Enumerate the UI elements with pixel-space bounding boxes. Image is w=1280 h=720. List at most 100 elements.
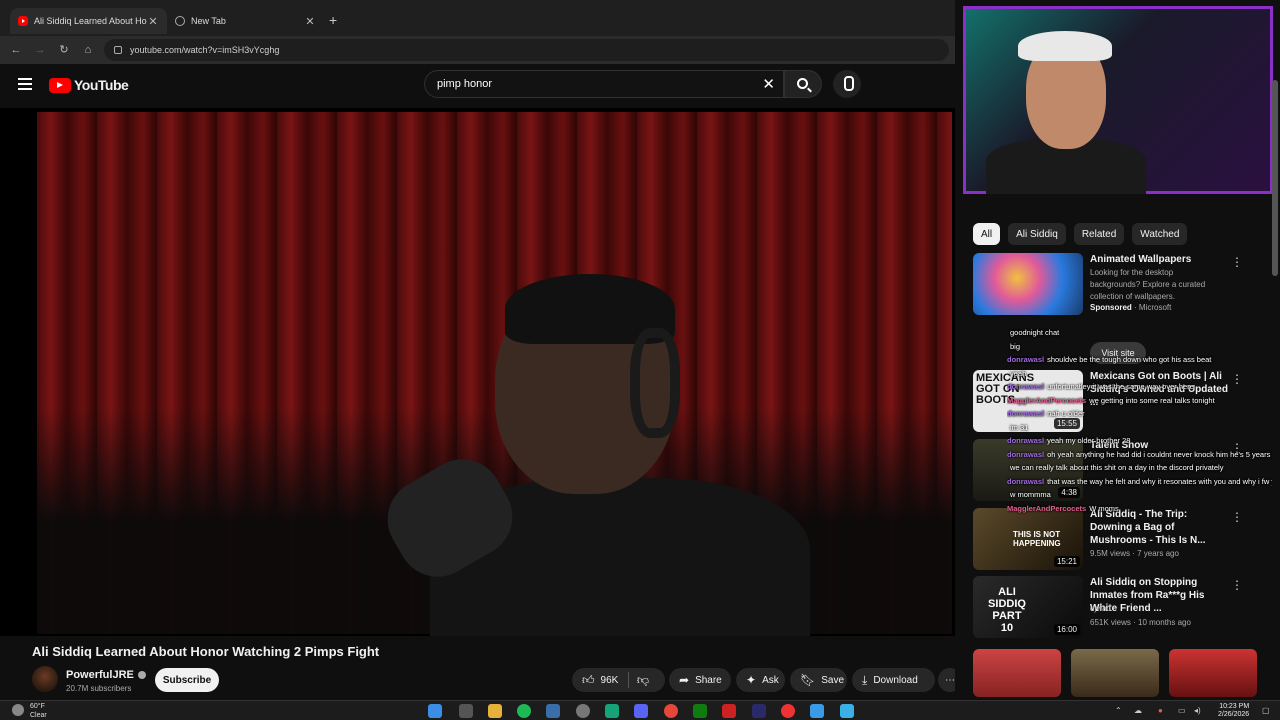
close-tab-icon[interactable]: ✕: [304, 15, 316, 28]
more-vert-icon[interactable]: ⋮: [1231, 255, 1243, 269]
subscribe-button[interactable]: Subscribe: [155, 668, 219, 692]
chevron-up-icon[interactable]: ⌃: [1115, 706, 1122, 715]
hamburger-menu-icon[interactable]: [18, 78, 32, 93]
download-label: Download: [873, 674, 918, 686]
app-icon[interactable]: [752, 704, 766, 718]
like-dislike-group: 👍︎ 96K 👎︎: [572, 668, 665, 692]
channel-avatar[interactable]: [32, 666, 58, 692]
video-channel[interactable]: djvlad: [1090, 604, 1111, 613]
chat-text: we getting into some real talks tonight: [1089, 395, 1215, 405]
volume-icon[interactable]: ◂): [1194, 706, 1201, 715]
chat-text: we can really talk about this shit on a …: [1010, 463, 1224, 472]
subscriber-count: 20.7M subscribers: [66, 684, 132, 693]
chip-all[interactable]: All: [973, 223, 1001, 245]
short-thumbnail[interactable]: [973, 649, 1061, 697]
chat-user: donrawasl: [1007, 436, 1045, 445]
app-icon[interactable]: [840, 704, 854, 718]
short-thumbnail[interactable]: [1071, 649, 1159, 697]
task-view-icon[interactable]: [459, 704, 473, 718]
chip-watched[interactable]: Watched: [1132, 223, 1188, 245]
settings-icon[interactable]: [576, 704, 590, 718]
app-icon[interactable]: [722, 704, 736, 718]
youtube-header: YouTube pimp honor ✕: [0, 64, 955, 108]
forward-arrow-icon[interactable]: →: [32, 42, 48, 58]
chat-message: MagglerAndPercocets we getting into some …: [1007, 396, 1272, 410]
new-tab-plus-icon[interactable]: +: [329, 12, 337, 28]
chrome-icon[interactable]: [664, 704, 678, 718]
tab-title: Ali Siddiq Learned About Honor: [34, 16, 147, 26]
chip-ali-siddiq[interactable]: Ali Siddiq: [1008, 223, 1066, 245]
site-info-icon[interactable]: [114, 46, 122, 54]
chat-user: donrawasl: [1007, 382, 1045, 391]
thumbs-up-icon[interactable]: 👍︎: [582, 673, 595, 688]
close-tab-icon[interactable]: ✕: [147, 15, 159, 28]
voice-search-mic-icon[interactable]: [833, 70, 861, 98]
discord-icon[interactable]: [634, 704, 648, 718]
ask-button[interactable]: ✦ Ask: [736, 668, 785, 692]
download-button[interactable]: ⤓ Download: [852, 668, 935, 692]
chat-message: goodnight chat: [1007, 328, 1272, 342]
bookmark-icon: 🔖︎: [800, 673, 816, 687]
cloud-icon[interactable]: ☁: [1134, 706, 1142, 715]
url-text: youtube.com/watch?v=imSH3vYcghg: [130, 45, 280, 55]
browser-tab-bar: Ali Siddiq Learned About Honor ✕ New Tab…: [0, 0, 955, 41]
youtube-play-icon: [49, 77, 71, 93]
scrollbar[interactable]: [1272, 80, 1278, 276]
microphone-icon[interactable]: ●: [1158, 706, 1163, 715]
tab-youtube[interactable]: Ali Siddiq Learned About Honor ✕: [10, 8, 167, 34]
reload-icon[interactable]: ↻: [56, 42, 72, 58]
video-player[interactable]: [0, 108, 955, 636]
channel-name-text[interactable]: PowerfulJRE: [66, 669, 134, 681]
sparkle-icon: ✦: [746, 673, 757, 687]
ad-thumbnail[interactable]: [973, 253, 1083, 315]
chat-message: donrawasl that was the way he felt and wh…: [1007, 477, 1272, 491]
chat-message: donrawasl unfortunatley it was the same w…: [1007, 382, 1272, 396]
recommended-video[interactable]: THIS IS NOT HAPPENING 15:21 Ali Siddiq -…: [973, 508, 1273, 570]
video-title: Ali Siddiq Learned About Honor Watching …: [32, 644, 380, 659]
share-button[interactable]: ➦ Share: [669, 668, 731, 692]
search-input[interactable]: pimp honor ✕: [424, 70, 784, 98]
chip-related[interactable]: Related: [1073, 223, 1125, 245]
search-button[interactable]: [784, 70, 822, 98]
video-thumbnail[interactable]: THIS IS NOT HAPPENING 15:21: [973, 508, 1083, 570]
weather-widget[interactable]: 60°F Clear: [12, 702, 47, 720]
file-explorer-icon[interactable]: [488, 704, 502, 718]
save-button[interactable]: 🔖︎ Save: [790, 668, 847, 692]
search-icon: [797, 78, 808, 89]
network-icon[interactable]: ▭: [1178, 706, 1186, 715]
back-arrow-icon[interactable]: ←: [8, 42, 24, 58]
spotify-icon[interactable]: [517, 704, 531, 718]
sponsored-ad-card[interactable]: Animated Wallpapers Looking for the desk…: [973, 253, 1273, 315]
ad-title[interactable]: Animated Wallpapers: [1090, 253, 1230, 266]
system-clock[interactable]: 10:23 PM 2/26/2026: [1218, 703, 1249, 719]
headphones: [630, 328, 680, 438]
windows-start-icon[interactable]: [428, 704, 442, 718]
chat-user: donrawasl: [1007, 355, 1045, 364]
photos-icon[interactable]: [546, 704, 560, 718]
notifications-icon[interactable]: ▢: [1262, 706, 1270, 715]
opera-icon[interactable]: [781, 704, 795, 718]
like-count[interactable]: 96K: [601, 675, 619, 686]
chat-text: oh yeah anything he had did i couldnt ne…: [1047, 449, 1271, 459]
chat-message: donrawasl oh yeah anything he had did i c…: [1007, 450, 1272, 464]
chat-message: im 31: [1007, 423, 1272, 437]
video-title[interactable]: Ali Siddiq on Stopping Inmates from Ra**…: [1090, 576, 1230, 615]
video-thumbnail[interactable]: ALI SIDDIQ PART 10 16:00: [973, 576, 1083, 638]
clear-search-icon[interactable]: ✕: [762, 75, 775, 93]
channel-name[interactable]: PowerfulJRE: [66, 669, 146, 681]
xbox-icon[interactable]: [693, 704, 707, 718]
short-thumbnail[interactable]: [1169, 649, 1257, 697]
app-icon[interactable]: [605, 704, 619, 718]
thumbnail-text: THIS IS NOT HAPPENING: [1013, 530, 1061, 548]
youtube-logo[interactable]: YouTube: [49, 77, 129, 93]
recommended-video[interactable]: ALI SIDDIQ PART 10 16:00 Ali Siddiq on S…: [973, 576, 1273, 638]
tab-new-tab[interactable]: New Tab ✕: [167, 8, 324, 34]
chat-message: donrawasl yeah my older brother 28: [1007, 436, 1272, 450]
thumbs-down-icon[interactable]: 👎︎: [637, 673, 649, 688]
video-duration: 16:00: [1053, 624, 1080, 635]
more-vert-icon[interactable]: ⋮: [1231, 578, 1243, 592]
url-field[interactable]: youtube.com/watch?v=imSH3vYcghg: [104, 39, 949, 61]
home-icon[interactable]: ⌂: [80, 42, 96, 58]
ad-sponsor-line: Sponsored · Microsoft: [1090, 303, 1172, 312]
app-icon[interactable]: [810, 704, 824, 718]
